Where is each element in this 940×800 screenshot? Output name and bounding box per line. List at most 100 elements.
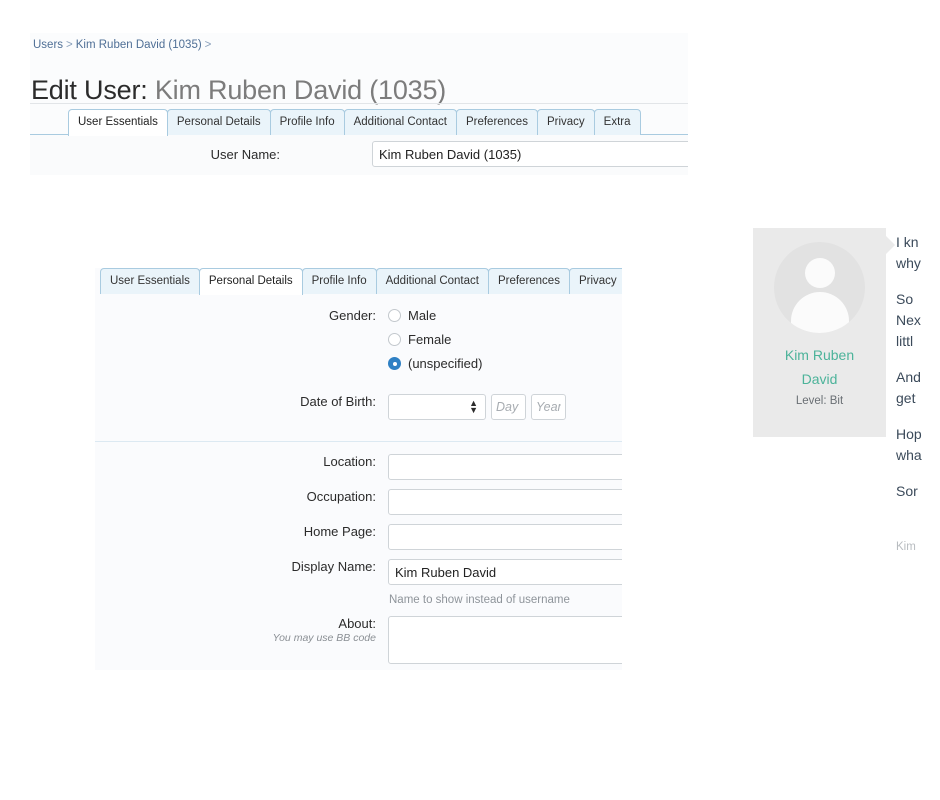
profile-card: Kim Ruben David Level: Bit bbox=[753, 228, 886, 437]
tab-preferences[interactable]: Preferences bbox=[455, 109, 538, 135]
personal-details-panel: User Essentials Personal Details Profile I… bbox=[95, 268, 622, 670]
display-name-row: Display Name: bbox=[95, 559, 622, 594]
occupation-row: Occupation: bbox=[95, 489, 622, 524]
dob-month-select[interactable]: ▲ ▼ bbox=[388, 394, 486, 420]
about-label: About: You may use BB code bbox=[95, 616, 376, 644]
gender-option-male[interactable]: Male bbox=[388, 308, 436, 323]
top-tabstrip: User Essentials Personal Details Profile I… bbox=[30, 109, 688, 136]
breadcrumb-item-users[interactable]: Users bbox=[33, 39, 63, 51]
panel-tab-profile-info[interactable]: Profile Info bbox=[301, 268, 377, 294]
user-name-row: User Name: bbox=[30, 135, 688, 175]
profile-card-name-line2: David bbox=[801, 371, 838, 387]
date-of-birth-row: Date of Birth: ▲ ▼ bbox=[95, 394, 622, 429]
display-name-input[interactable] bbox=[388, 559, 622, 585]
post-signature: Kim bbox=[896, 541, 916, 553]
home-page-row: Home Page: bbox=[95, 524, 622, 559]
dob-day-input[interactable] bbox=[491, 394, 526, 420]
panel-tab-additional-contact[interactable]: Additional Contact bbox=[375, 268, 489, 294]
post-line-6: And bbox=[896, 369, 921, 385]
about-sublabel: You may use BB code bbox=[272, 632, 376, 644]
about-textarea[interactable] bbox=[388, 616, 622, 664]
radio-male-icon[interactable] bbox=[388, 309, 401, 322]
page-title-prefix: Edit User: bbox=[31, 75, 148, 106]
gender-row-unspecified: (unspecified) bbox=[95, 356, 622, 380]
location-input[interactable] bbox=[388, 454, 622, 480]
tab-additional-contact[interactable]: Additional Contact bbox=[343, 109, 457, 135]
gender-row: Gender: Male bbox=[95, 308, 622, 332]
gender-option-female-label: Female bbox=[408, 332, 452, 347]
date-of-birth-controls: ▲ ▼ bbox=[388, 394, 566, 420]
tab-personal-details[interactable]: Personal Details bbox=[166, 109, 271, 135]
gender-option-male-label: Male bbox=[408, 308, 437, 323]
post-line-8: Hop bbox=[896, 426, 922, 442]
avatar-body-icon bbox=[790, 292, 849, 333]
occupation-label: Occupation: bbox=[306, 489, 376, 504]
location-row: Location: bbox=[95, 454, 622, 489]
display-name-control bbox=[388, 559, 622, 585]
tab-user-essentials[interactable]: User Essentials bbox=[68, 109, 168, 136]
profile-card-pointer-icon bbox=[886, 236, 895, 254]
home-page-input[interactable] bbox=[388, 524, 622, 550]
panel-tab-personal-details[interactable]: Personal Details bbox=[198, 268, 303, 295]
post-line-9: wha bbox=[896, 447, 922, 463]
about-control bbox=[388, 616, 622, 667]
avatar-head-icon bbox=[804, 258, 835, 288]
panel-tab-privacy[interactable]: Privacy bbox=[568, 268, 622, 294]
chevron-updown-icon: ▲ ▼ bbox=[469, 398, 478, 415]
post-paragraph-3: And get bbox=[896, 367, 940, 409]
tab-extra[interactable]: Extra bbox=[593, 109, 641, 135]
panel-tab-user-essentials[interactable]: User Essentials bbox=[100, 268, 200, 294]
avatar[interactable] bbox=[774, 242, 865, 333]
tab-profile-info[interactable]: Profile Info bbox=[269, 109, 345, 135]
title-divider bbox=[30, 103, 688, 104]
tab-privacy[interactable]: Privacy bbox=[536, 109, 595, 135]
personal-details-body: Gender: Male Female (unspecified) Date o… bbox=[95, 294, 622, 670]
home-page-label: Home Page: bbox=[303, 524, 376, 539]
profile-card-name[interactable]: Kim Ruben David bbox=[753, 343, 886, 391]
post-paragraph-2: So Nex littl bbox=[896, 289, 940, 352]
user-name-label: User Name: bbox=[210, 147, 280, 162]
post-paragraph-4: Hop wha bbox=[896, 424, 940, 466]
gender-row-female: Female bbox=[95, 332, 622, 356]
post-line-5: littl bbox=[896, 333, 914, 349]
gender-option-unspecified-label: (unspecified) bbox=[408, 356, 483, 371]
post-paragraph-1: I kn why bbox=[896, 232, 940, 274]
display-name-hint: Name to show instead of username bbox=[389, 594, 570, 606]
post-line-2: why bbox=[896, 255, 921, 271]
gender-option-female[interactable]: Female bbox=[388, 332, 451, 347]
radio-unspecified-icon[interactable] bbox=[388, 357, 401, 370]
panel-tabstrip: User Essentials Personal Details Profile I… bbox=[100, 268, 622, 295]
panel-tab-preferences[interactable]: Preferences bbox=[487, 268, 570, 294]
gender-label: Gender: bbox=[329, 308, 376, 323]
location-control bbox=[388, 454, 622, 480]
gender-dob-gap bbox=[95, 380, 622, 394]
post-body: I kn why So Nex littl And get Hop wha So… bbox=[896, 232, 940, 517]
display-name-label: Display Name: bbox=[291, 559, 376, 574]
occupation-control bbox=[388, 489, 622, 515]
post-line-7: get bbox=[896, 390, 916, 406]
radio-female-icon[interactable] bbox=[388, 333, 401, 346]
location-label: Location: bbox=[323, 454, 376, 469]
breadcrumb-separator-2: > bbox=[204, 39, 212, 51]
date-of-birth-label: Date of Birth: bbox=[300, 394, 376, 409]
page-title-subject: Kim Ruben David (1035) bbox=[154, 75, 447, 106]
gender-option-unspecified[interactable]: (unspecified) bbox=[388, 356, 482, 371]
about-label-text: About: bbox=[338, 616, 376, 631]
breadcrumb-item-user[interactable]: Kim Ruben David (1035) bbox=[76, 39, 202, 51]
post-paragraph-5: Sor bbox=[896, 481, 940, 502]
post-line-1: I kn bbox=[896, 234, 919, 250]
about-row: About: You may use BB code bbox=[95, 616, 622, 670]
post-line-3: So bbox=[896, 291, 914, 307]
profile-card-level: Level: Bit bbox=[795, 395, 844, 407]
occupation-input[interactable] bbox=[388, 489, 622, 515]
user-name-input[interactable] bbox=[372, 141, 688, 167]
display-name-hint-row: Name to show instead of username bbox=[95, 594, 622, 616]
profile-card-name-line1: Kim Ruben bbox=[784, 347, 855, 363]
identity-section: Gender: Male Female (unspecified) Date o… bbox=[95, 294, 622, 441]
page-title: Edit User: Kim Ruben David (1035) bbox=[31, 75, 446, 106]
profile-fields-section: Location: Occupation: Home Page: Display… bbox=[95, 441, 622, 670]
dob-year-input[interactable] bbox=[531, 394, 566, 420]
post-line-10: Sor bbox=[896, 483, 918, 499]
post-line-4: Nex bbox=[896, 312, 921, 328]
user-edit-top-panel: Users > Kim Ruben David (1035) > Edit User:… bbox=[30, 33, 688, 175]
